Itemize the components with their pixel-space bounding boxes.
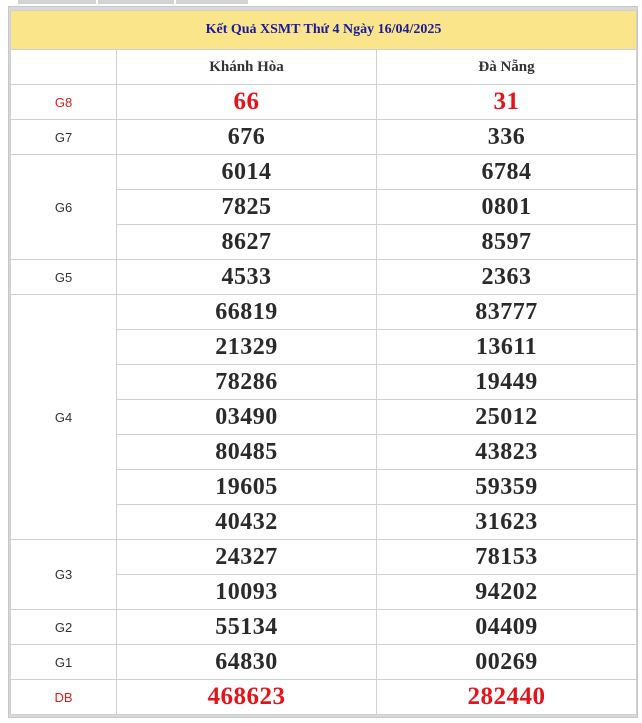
prize-number-da-nang: 2363 <box>376 259 637 295</box>
prize-number-khanh-hoa: 40432 <box>116 504 377 540</box>
prize-label-g7: G7 <box>10 119 117 155</box>
prize-number-da-nang: 6784 <box>376 154 637 190</box>
prize-number-khanh-hoa: 8627 <box>116 224 377 260</box>
prize-number-da-nang: 43823 <box>376 434 637 470</box>
prize-number-khanh-hoa: 676 <box>116 119 377 155</box>
prize-row-g8: G8 66 31 <box>10 84 637 120</box>
prize-number-da-nang: 0801 <box>376 189 637 225</box>
prize-number-da-nang: 04409 <box>376 609 637 645</box>
prize-label-g8: G8 <box>10 84 117 120</box>
prize-label-g4: G4 <box>10 294 117 540</box>
prize-number-da-nang: 282440 <box>376 679 637 715</box>
tab-1[interactable] <box>18 0 96 4</box>
prize-number-da-nang: 13611 <box>376 329 637 365</box>
prize-row-g1: G1 64830 00269 <box>10 644 637 680</box>
tab-3[interactable] <box>176 0 248 4</box>
prize-label-g5: G5 <box>10 259 117 295</box>
prize-number-khanh-hoa: 6014 <box>116 154 377 190</box>
prize-row-db: DB 468623 282440 <box>10 679 637 715</box>
results-title: Kết Quả XSMT Thứ 4 Ngày 16/04/2025 <box>10 10 637 50</box>
prize-row-g5: G5 4533 2363 <box>10 259 637 295</box>
prize-number-da-nang: 31 <box>376 84 637 120</box>
prize-number-da-nang: 94202 <box>376 574 637 610</box>
results-table: Kết Quả XSMT Thứ 4 Ngày 16/04/2025 Khánh… <box>10 10 637 715</box>
prize-number-khanh-hoa: 10093 <box>116 574 377 610</box>
prize-number-da-nang: 59359 <box>376 469 637 505</box>
prize-number-da-nang: 31623 <box>376 504 637 540</box>
prize-number-khanh-hoa: 78286 <box>116 364 377 400</box>
prize-number-khanh-hoa: 66 <box>116 84 377 120</box>
prize-label-g3: G3 <box>10 539 117 610</box>
prize-number-khanh-hoa: 64830 <box>116 644 377 680</box>
prize-number-khanh-hoa: 19605 <box>116 469 377 505</box>
prize-number-khanh-hoa: 03490 <box>116 399 377 435</box>
prize-label-g2: G2 <box>10 609 117 645</box>
prize-row-g2: G2 55134 04409 <box>10 609 637 645</box>
prize-number-da-nang: 83777 <box>376 294 637 330</box>
prize-number-da-nang: 19449 <box>376 364 637 400</box>
prize-number-da-nang: 336 <box>376 119 637 155</box>
prize-number-khanh-hoa: 7825 <box>116 189 377 225</box>
prize-row-g6: G6 6014 6784 <box>10 154 637 260</box>
prize-number-da-nang: 00269 <box>376 644 637 680</box>
prize-row-g7: G7 676 336 <box>10 119 637 155</box>
prize-label-g1: G1 <box>10 644 117 680</box>
prize-number-khanh-hoa: 24327 <box>116 539 377 575</box>
header-blank <box>10 49 117 85</box>
province-header-khanh-hoa: Khánh Hòa <box>116 49 377 85</box>
prize-number-da-nang: 78153 <box>376 539 637 575</box>
prize-number-da-nang: 25012 <box>376 399 637 435</box>
prize-row-g3: G3 24327 78153 <box>10 539 637 610</box>
prize-label-db: DB <box>10 679 117 715</box>
prize-number-khanh-hoa: 66819 <box>116 294 377 330</box>
prize-label-g6: G6 <box>10 154 117 260</box>
prize-number-khanh-hoa: 21329 <box>116 329 377 365</box>
prize-number-khanh-hoa: 80485 <box>116 434 377 470</box>
prize-number-khanh-hoa: 55134 <box>116 609 377 645</box>
province-header-da-nang: Đà Nẵng <box>376 49 637 85</box>
prize-row-g4: G4 66819 83777 <box>10 294 637 540</box>
prize-number-da-nang: 8597 <box>376 224 637 260</box>
tab-2[interactable] <box>98 0 174 4</box>
prize-number-khanh-hoa: 468623 <box>116 679 377 715</box>
prize-number-khanh-hoa: 4533 <box>116 259 377 295</box>
